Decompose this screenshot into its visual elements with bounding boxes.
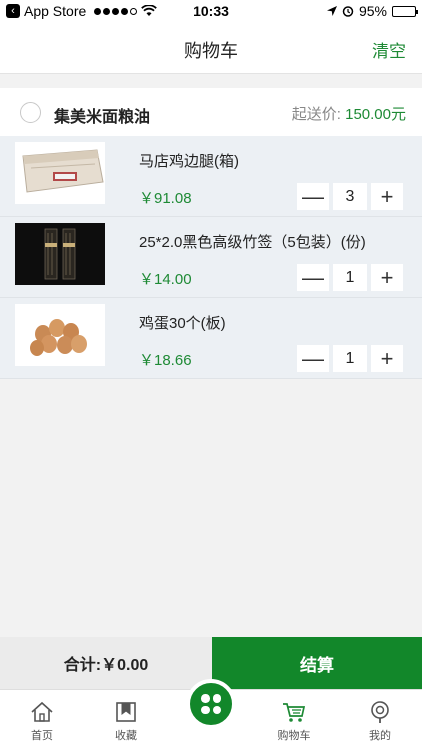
quantity-value[interactable]: 1 [333,264,367,291]
decrease-button[interactable]: — [297,183,329,210]
decrease-button[interactable]: — [297,345,329,372]
min-order-value: 150.00元 [345,106,406,123]
tab-label: 我的 [369,730,391,742]
checkout-button[interactable]: 结算 [212,637,422,689]
status-bar-right: 95% [326,3,418,19]
min-order-info: 起送价: 150.00元 [292,103,406,124]
nav-bar: 购物车 清空 [0,24,422,74]
product-price: ￥18.66 [139,352,192,369]
product-thumbnail[interactable] [15,223,105,285]
tab-label: 收藏 [115,730,137,742]
product-name: 鸡蛋30个(板) [139,315,226,332]
cart-item[interactable]: 鸡蛋30个(板) ￥18.66 — 1 + [0,298,422,379]
profile-icon [371,701,389,723]
cart-item[interactable]: 马店鸡边腿(箱) ￥91.08 — 3 + [0,136,422,217]
grid-icon [201,694,221,714]
cart-icon [283,703,306,722]
increase-button[interactable]: + [371,183,403,210]
decrease-button[interactable]: — [297,264,329,291]
quantity-value[interactable]: 1 [333,345,367,372]
product-name: 马店鸡边腿(箱) [139,153,239,170]
increase-button[interactable]: + [371,345,403,372]
increase-button[interactable]: + [371,264,403,291]
product-price: ￥14.00 [139,271,192,288]
bookmark-icon [116,702,136,722]
battery-icon [392,5,418,17]
location-arrow-icon [326,6,337,16]
tab-label: 首页 [31,730,53,742]
tab-profile[interactable]: 我的 [338,690,422,750]
page-title: 购物车 [184,41,238,61]
shop-select-checkbox[interactable] [20,102,41,123]
product-price: ￥91.08 [139,190,192,207]
quantity-stepper: — 3 + [297,183,403,210]
product-thumbnail[interactable] [15,142,105,204]
clear-cart-button[interactable]: 清空 [372,37,406,62]
total-value: ￥0.00 [101,657,149,674]
min-order-label: 起送价: [291,106,346,123]
cart-item[interactable]: 25*2.0黑色高级竹签（5包装）(份) ￥14.00 — 1 + [0,217,422,298]
quantity-value[interactable]: 3 [333,183,367,210]
alarm-icon [342,6,354,17]
battery-percent: 95% [358,3,387,19]
home-icon [31,701,53,722]
tab-label: 购物车 [277,730,311,742]
tab-cart[interactable]: 购物车 [252,690,336,750]
quantity-stepper: — 1 + [297,264,403,291]
product-name: 25*2.0黑色高级竹签（5包装）(份) [139,234,366,251]
tab-home[interactable]: 首页 [0,690,84,750]
product-thumbnail[interactable] [15,304,105,366]
shop-header: 集美米面粮油 起送价: 150.00元 [0,88,422,136]
total-summary: 合计: ￥0.00 [0,637,212,689]
category-grid-button[interactable] [186,679,236,729]
status-bar: ‹ App Store 10:33 95% [0,0,422,24]
shop-name: 集美米面粮油 [54,109,151,126]
tab-favorites[interactable]: 收藏 [84,690,168,750]
quantity-stepper: — 1 + [297,345,403,372]
cart-item-list: 马店鸡边腿(箱) ￥91.08 — 3 + 25*2.0黑色高级竹签（5包装）(… [0,136,422,379]
total-label: 合计: [63,657,102,674]
